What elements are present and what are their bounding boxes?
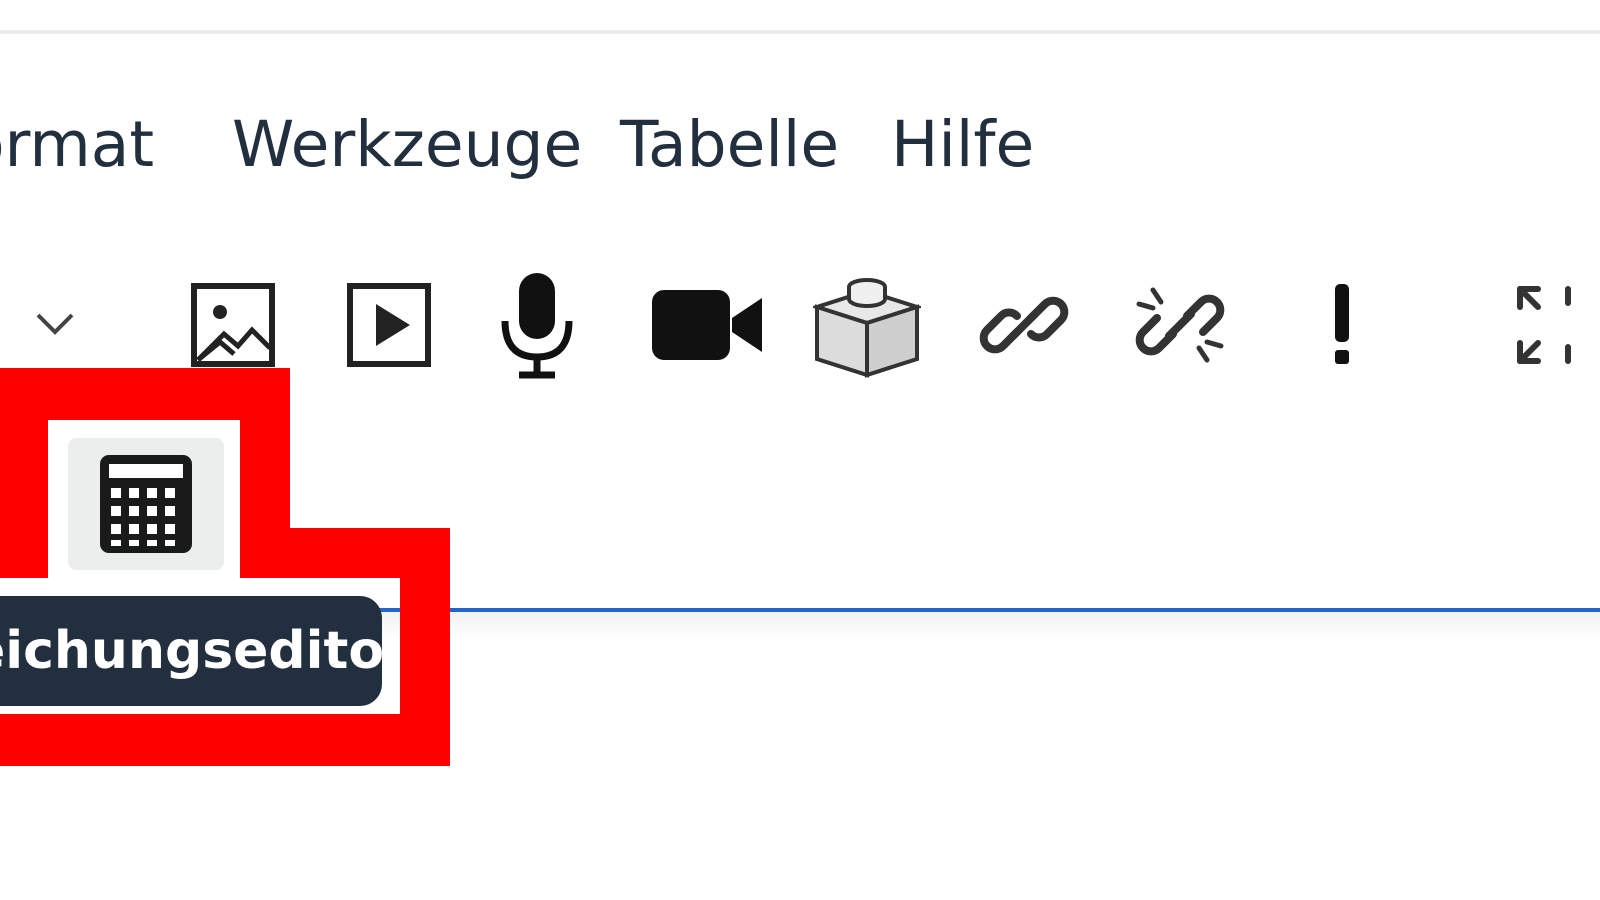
dropdown-button[interactable]: [20, 260, 90, 390]
menu-help[interactable]: Hilfe: [891, 100, 1034, 190]
menu-tools[interactable]: Werkzeuge: [232, 100, 582, 190]
menu-format[interactable]: ormat: [0, 100, 154, 190]
top-divider: [0, 30, 1600, 34]
equation-editor-tooltip: eichungseditor: [0, 596, 382, 706]
exclamation-icon: [1335, 284, 1349, 364]
media-play-icon: [347, 283, 431, 367]
link-icon: [979, 296, 1069, 354]
link-button[interactable]: [978, 260, 1070, 390]
equation-editor-button[interactable]: [68, 438, 224, 570]
unlink-icon: [1135, 287, 1225, 363]
menubar: ormat Werkzeuge Tabelle Hilfe: [0, 100, 1600, 190]
microphone-icon: [501, 273, 573, 379]
insert-media-button[interactable]: [344, 260, 434, 390]
fullscreen-button[interactable]: [1516, 260, 1600, 390]
fullscreen-icon: [1517, 286, 1571, 364]
video-camera-icon: [652, 290, 762, 360]
accessibility-check-button[interactable]: [1320, 260, 1364, 390]
h5p-button[interactable]: [812, 260, 922, 390]
h5p-block-icon: [813, 278, 921, 378]
insert-image-button[interactable]: [188, 260, 278, 390]
menu-table[interactable]: Tabelle: [620, 100, 839, 190]
chevron-down-icon: [36, 313, 74, 335]
unlink-button[interactable]: [1132, 260, 1228, 390]
toolbar: [0, 260, 1600, 390]
record-audio-button[interactable]: [494, 260, 580, 390]
toolbar-row-2: [0, 420, 1600, 590]
calculator-icon: [100, 455, 192, 553]
image-icon: [191, 283, 275, 367]
record-video-button[interactable]: [648, 260, 766, 390]
